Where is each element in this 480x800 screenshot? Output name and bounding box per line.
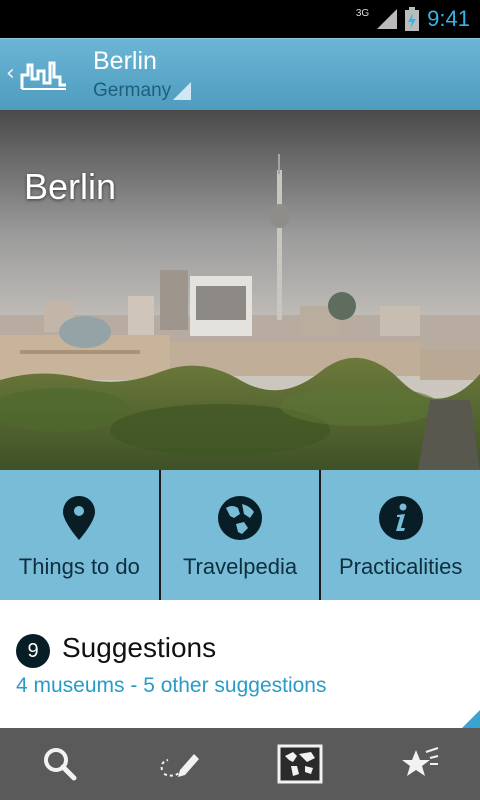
- search-icon: [44, 748, 77, 781]
- practicalities-tile[interactable]: Practicalities: [321, 470, 480, 600]
- app-logo-icon[interactable]: [20, 57, 68, 91]
- page-title: Berlin: [93, 47, 157, 75]
- category-tiles: Things to do Travelpedia Practicalities: [0, 470, 480, 600]
- dropdown-corner-icon: [173, 82, 192, 100]
- tile-label: Practicalities: [338, 554, 463, 579]
- city-hero-image: Berlin: [0, 110, 480, 470]
- country-label: Germany: [93, 80, 172, 101]
- suggestions-card[interactable]: 9 Suggestions 4 museums - 5 other sugges…: [0, 600, 480, 728]
- things-to-do-tile[interactable]: Things to do: [0, 470, 159, 600]
- network-type: 3G: [355, 7, 370, 19]
- clock: 9:41: [427, 6, 470, 31]
- nav-map[interactable]: [240, 728, 360, 800]
- suggestions-count-badge: 9: [16, 634, 50, 668]
- hero-title: Berlin: [24, 166, 117, 207]
- signal-icon: [377, 9, 398, 29]
- action-bar: ‹ Berlin Germany: [0, 38, 480, 110]
- status-bar: 3G 9:41: [0, 0, 480, 38]
- globe-icon: [218, 496, 262, 540]
- country-selector[interactable]: Germany: [93, 80, 192, 102]
- nav-notes[interactable]: [120, 728, 240, 800]
- info-icon: [378, 496, 423, 540]
- world-map-icon: [277, 744, 323, 784]
- tile-label: Travelpedia: [182, 554, 298, 579]
- nav-favorites[interactable]: [360, 728, 480, 800]
- back-chevron-icon[interactable]: ‹: [6, 61, 15, 86]
- suggestions-title: Suggestions: [62, 632, 217, 663]
- battery-icon: [405, 7, 420, 31]
- bottom-nav: [0, 728, 480, 800]
- nav-search[interactable]: [0, 728, 120, 800]
- tile-label: Things to do: [18, 554, 140, 579]
- suggestions-summary-link[interactable]: 4 museums - 5 other suggestions: [16, 674, 327, 698]
- favorites-icon: [402, 747, 439, 776]
- map-pin-icon: [63, 496, 96, 540]
- berlin-skyline-image: [0, 110, 480, 470]
- corner-indicator-icon: [462, 710, 480, 728]
- travelpedia-tile[interactable]: Travelpedia: [160, 470, 320, 600]
- edit-icon: [160, 754, 199, 777]
